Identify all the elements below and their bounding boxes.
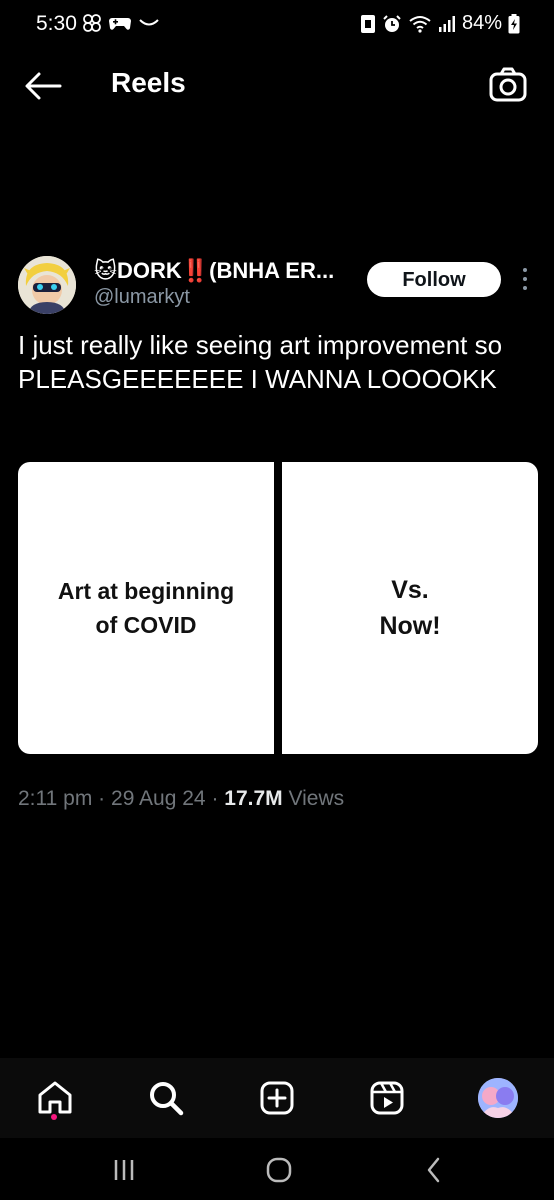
author-handle[interactable]: @lumarkyt	[94, 286, 190, 309]
game-controller-icon	[109, 18, 131, 30]
status-system-icons: 84%	[360, 12, 520, 35]
post-text: I just really like seeing art improvemen…	[18, 330, 503, 394]
author-name[interactable]: 🐱DORK‼️(BNHA ER...	[94, 258, 334, 284]
battery-charging-icon	[508, 13, 520, 33]
media-right-caption: Vs. Now!	[379, 576, 441, 640]
home-circle-icon	[266, 1157, 292, 1183]
nav-compose[interactable]	[255, 1076, 299, 1120]
author-name-emoji: ‼️	[181, 258, 210, 283]
nav-search[interactable]	[144, 1076, 188, 1120]
views-count: 17.7M	[224, 787, 283, 810]
author-name-part1: DORK	[116, 258, 182, 283]
battery-percentage: 84%	[461, 12, 502, 34]
app-header: Reels	[0, 55, 554, 115]
system-home-button[interactable]	[257, 1148, 301, 1192]
camera-button[interactable]	[488, 65, 528, 105]
profile-avatar	[478, 1078, 518, 1118]
smile-icon	[139, 19, 159, 26]
media-left-caption: Art at beginning of COVID	[57, 578, 235, 638]
media-panel-right[interactable]: Vs. Now!	[282, 462, 538, 754]
status-notification-icons	[82, 13, 160, 33]
reels-icon	[370, 1081, 404, 1115]
author-name-part2: (BNHA ER...	[209, 258, 335, 283]
camera-icon	[489, 67, 527, 102]
chevron-left-icon	[427, 1157, 440, 1183]
pinwheel-icon	[83, 14, 101, 32]
recent-apps-button[interactable]	[102, 1148, 146, 1192]
follow-button[interactable]: Follow	[367, 262, 501, 297]
post-meta: 2:11 pm · 29 Aug 24 · 17.7M Views	[18, 787, 344, 811]
media-panel-left[interactable]: Art at beginning of COVID	[18, 462, 274, 754]
system-back-button[interactable]	[412, 1148, 456, 1192]
author-avatar[interactable]	[18, 256, 76, 314]
arrow-left-icon	[25, 72, 62, 100]
system-nav	[0, 1138, 554, 1200]
post-date[interactable]: 29 Aug 24	[111, 787, 206, 810]
wifi-icon	[409, 15, 431, 33]
plus-square-icon	[260, 1081, 294, 1115]
status-bar: 5:30 84%	[0, 0, 554, 50]
media-grid: Art at beginning of COVID Vs. Now!	[18, 462, 538, 754]
post-time: 2:11 pm	[18, 787, 93, 810]
signal-icon	[438, 15, 455, 32]
status-time: 5:30	[36, 12, 77, 35]
more-vertical-icon	[523, 268, 527, 290]
back-button[interactable]	[22, 67, 64, 105]
home-icon	[38, 1081, 72, 1114]
author-emoji: 🐱	[94, 258, 117, 283]
nav-reels[interactable]	[365, 1076, 409, 1120]
sim-icon	[360, 14, 375, 33]
alarm-icon	[383, 14, 401, 32]
notification-dot	[51, 1114, 57, 1120]
bottom-nav	[0, 1058, 554, 1138]
meta-separator: ·	[98, 787, 106, 810]
recents-icon	[114, 1160, 134, 1180]
search-icon	[150, 1082, 184, 1116]
views-label: Views	[288, 787, 345, 810]
page-title: Reels	[111, 67, 186, 98]
avatar-image	[18, 256, 76, 314]
more-options-button[interactable]	[518, 266, 532, 292]
meta-separator: ·	[211, 787, 219, 810]
nav-profile[interactable]	[476, 1076, 520, 1120]
